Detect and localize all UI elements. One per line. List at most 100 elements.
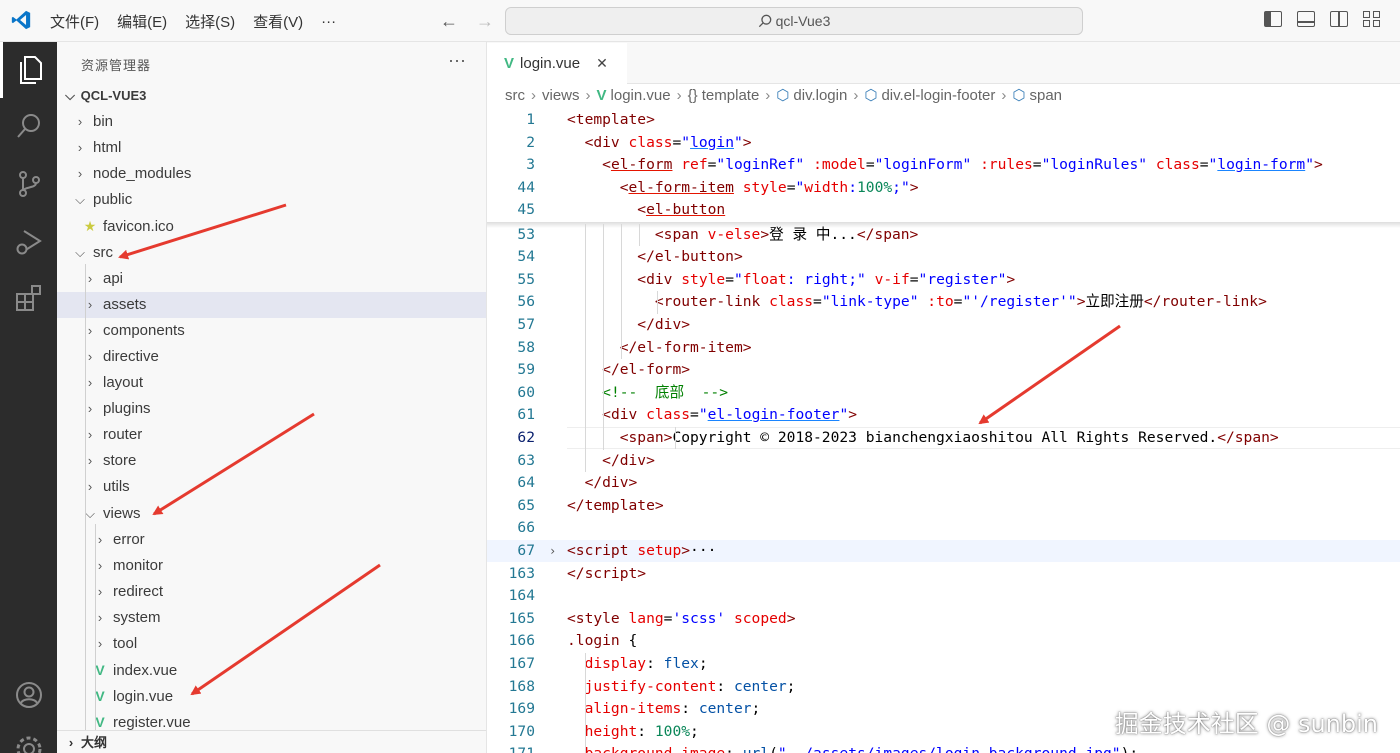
- breadcrumb-item[interactable]: {} template: [688, 87, 760, 104]
- tree-item-label: error: [113, 530, 145, 548]
- search-button[interactable]: [0, 98, 57, 154]
- vue-file-icon: V: [504, 55, 515, 72]
- account-button[interactable]: [0, 667, 57, 723]
- code-line: 171 background-image: url("../assets/ima…: [487, 743, 1400, 753]
- tree-item[interactable]: › router: [57, 422, 486, 448]
- tab-login-vue[interactable]: V login.vue ✕: [487, 42, 627, 84]
- run-debug-button[interactable]: [0, 214, 57, 270]
- settings-button[interactable]: [0, 722, 57, 753]
- chevron-right-icon: ›: [531, 87, 536, 104]
- tree-item[interactable]: Vlogin.vue: [57, 683, 486, 709]
- tree-item[interactable]: Vindex.vue: [57, 657, 486, 683]
- code-line: 64 </div>: [487, 472, 1400, 495]
- breadcrumb-item[interactable]: div.login: [793, 87, 847, 104]
- explorer-button[interactable]: [0, 42, 57, 98]
- line-number: 64: [517, 474, 535, 492]
- line-number: 61: [517, 406, 535, 424]
- menu-selection[interactable]: 选择(S): [185, 11, 235, 32]
- tree-item[interactable]: › system: [57, 605, 486, 631]
- tree-item[interactable]: › components: [57, 318, 486, 344]
- tree-item[interactable]: › redirect: [57, 579, 486, 605]
- tree-item[interactable]: › html: [57, 135, 486, 161]
- source-control-button[interactable]: [0, 156, 57, 212]
- chevron-down-icon: ⌵: [75, 192, 85, 208]
- tree-item[interactable]: › layout: [57, 370, 486, 396]
- code-line: 63 </div>: [487, 450, 1400, 473]
- tree-item[interactable]: ⌵ src: [57, 240, 486, 266]
- code-text: <el-form ref="loginRef" :model="loginFor…: [602, 156, 1323, 174]
- tree-item-label: bin: [93, 113, 114, 130]
- code-line: 65 </template>: [487, 495, 1400, 518]
- code-editor[interactable]: 1 <template> 2 <div class="login"> 3 <el-fo…: [487, 109, 1400, 753]
- extensions-button[interactable]: [0, 270, 57, 326]
- tree-item[interactable]: ⌵ views: [57, 501, 486, 527]
- favicon-star-icon: ★: [83, 218, 97, 235]
- breadcrumb-item[interactable]: span: [1030, 87, 1063, 104]
- outline-section[interactable]: › 大纲: [57, 730, 486, 753]
- code-line: 167 display: flex;: [487, 653, 1400, 676]
- toggle-primary-sidebar-icon[interactable]: [1264, 11, 1282, 27]
- line-number: 163: [508, 564, 535, 582]
- command-center-search[interactable]: qcl-Vue3: [505, 7, 1083, 35]
- menu-file[interactable]: 文件(F): [50, 11, 99, 32]
- breadcrumb-item[interactable]: login.vue: [611, 87, 671, 104]
- tree-item[interactable]: › plugins: [57, 396, 486, 422]
- tree-item[interactable]: › monitor: [57, 553, 486, 579]
- tree-item-label: directive: [103, 347, 159, 365]
- tree-indent-guide: [85, 264, 86, 730]
- tree-item-label: node_modules: [93, 165, 192, 183]
- vscode-logo-icon: [11, 10, 31, 30]
- toggle-secondary-sidebar-icon[interactable]: [1330, 11, 1348, 27]
- settings-icon: [16, 736, 41, 753]
- code-text: </el-button>: [637, 248, 743, 266]
- tree-item-label: index.vue: [113, 662, 178, 680]
- tree-item[interactable]: ⌵ public: [57, 187, 486, 213]
- tree-item[interactable]: › utils: [57, 474, 486, 500]
- tree-item-label: html: [93, 139, 122, 157]
- code-line: 66: [487, 517, 1400, 540]
- line-number: 166: [508, 632, 535, 650]
- line-number: 57: [517, 315, 535, 333]
- back-arrow-icon[interactable]: ←: [440, 11, 458, 31]
- chevron-down-icon: ⌵: [75, 244, 85, 260]
- code-line: 3 <el-form ref="loginRef" :model="loginF…: [487, 154, 1400, 177]
- tree-item-label: monitor: [113, 556, 164, 574]
- tree-item[interactable]: › assets: [57, 291, 486, 318]
- close-icon[interactable]: ✕: [596, 55, 608, 72]
- files-icon: [20, 56, 42, 84]
- tree-item[interactable]: › tool: [57, 631, 486, 657]
- menu-more[interactable]: ···: [321, 13, 336, 30]
- breadcrumb-item[interactable]: div.el-login-footer: [881, 87, 995, 104]
- code-text: <div class="login">: [584, 133, 752, 151]
- workspace-root[interactable]: ⌵ QCL-VUE3: [57, 83, 486, 109]
- tree-item[interactable]: › error: [57, 527, 486, 553]
- tree-item-label: redirect: [113, 582, 164, 600]
- line-number: 170: [508, 722, 535, 740]
- customize-layout-icon[interactable]: [1363, 11, 1381, 27]
- line-number: 1: [526, 111, 535, 128]
- fold-chevron-icon[interactable]: ›: [549, 540, 556, 563]
- code-line: 58 </el-form-item>: [487, 337, 1400, 360]
- code-text: </div>: [602, 451, 655, 469]
- toggle-panel-icon[interactable]: [1297, 11, 1315, 27]
- menu-bar: 文件(F) 编辑(E) 选择(S) 查看(V) ···: [50, 0, 354, 42]
- code-line: 2 <div class="login">: [487, 132, 1400, 155]
- tree-item[interactable]: › directive: [57, 344, 486, 370]
- menu-edit[interactable]: 编辑(E): [117, 11, 167, 32]
- tree-item[interactable]: ★ favicon.ico: [57, 213, 486, 239]
- line-number: 58: [517, 338, 535, 356]
- tree-item[interactable]: › api: [57, 266, 486, 292]
- menu-view[interactable]: 查看(V): [253, 11, 303, 32]
- forward-arrow-icon[interactable]: →: [476, 11, 494, 31]
- code-line: 61 <div class="el-login-footer">: [487, 404, 1400, 427]
- line-number: 56: [517, 293, 535, 311]
- code-text: <el-form-item style="width:100%;">: [619, 178, 919, 196]
- tree-item[interactable]: › bin: [57, 109, 486, 135]
- more-actions-icon[interactable]: ···: [448, 50, 466, 71]
- tree-item[interactable]: › store: [57, 448, 486, 474]
- breadcrumb-item[interactable]: src: [505, 87, 525, 104]
- tree-item-label: register.vue: [113, 714, 191, 732]
- tree-item[interactable]: › node_modules: [57, 161, 486, 187]
- breadcrumb-item[interactable]: views: [542, 87, 580, 104]
- tree-item-label: store: [103, 452, 137, 470]
